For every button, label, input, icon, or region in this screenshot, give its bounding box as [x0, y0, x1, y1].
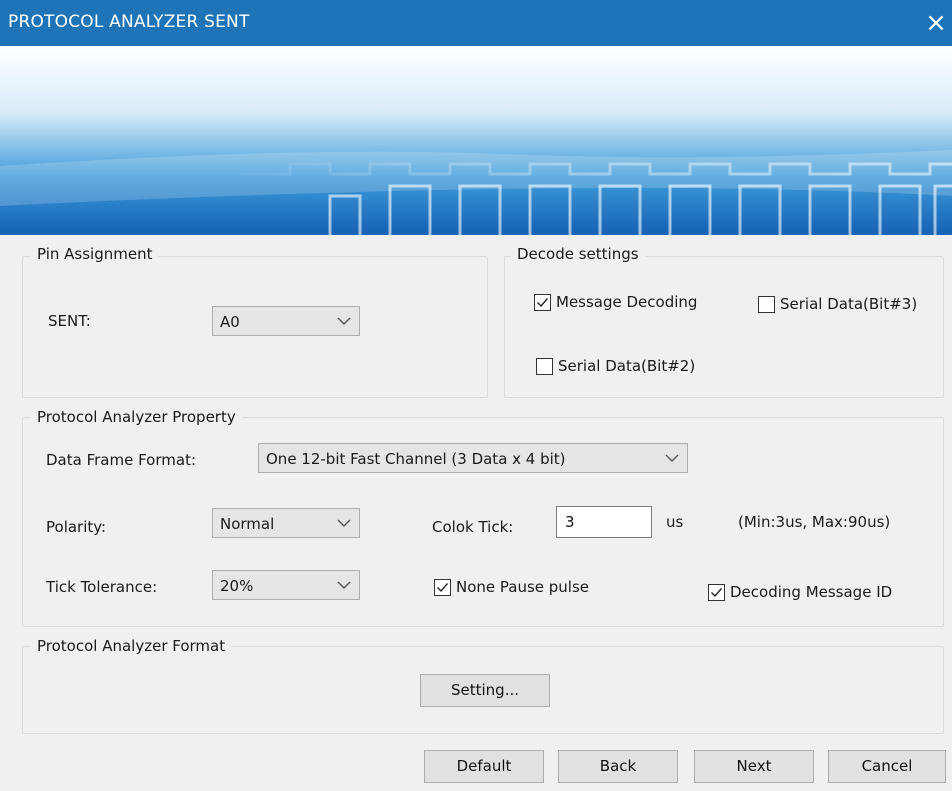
clock-tick-input[interactable]	[557, 507, 651, 537]
checkmark-icon	[537, 298, 549, 308]
data-frame-format-label: Data Frame Format:	[46, 451, 196, 469]
signal-waveform-banner	[0, 46, 952, 235]
tick-tolerance-label: Tick Tolerance:	[46, 578, 158, 596]
sent-pin-value: A0	[220, 313, 240, 331]
polarity-label: Polarity:	[46, 518, 107, 536]
close-button[interactable]: ×	[920, 8, 952, 40]
none-pause-pulse-label: None Pause pulse	[456, 578, 590, 596]
checkbox-box	[434, 579, 451, 596]
decode-settings-group: Decode settings	[504, 245, 944, 398]
clock-tick-unit: us	[666, 513, 684, 531]
checkbox-box	[534, 294, 551, 311]
data-frame-format-dropdown[interactable]: One 12-bit Fast Channel (3 Data x 4 bit)	[258, 443, 688, 473]
window-title: PROTOCOL ANALYZER SENT	[8, 12, 250, 32]
polarity-dropdown[interactable]: Normal	[212, 508, 360, 538]
close-icon: ×	[925, 8, 947, 38]
clock-tick-range-hint: (Min:3us, Max:90us)	[738, 513, 891, 531]
cancel-button[interactable]: Cancel	[828, 750, 946, 783]
checkbox-box	[758, 296, 775, 313]
next-button[interactable]: Next	[694, 750, 814, 783]
format-setting-button[interactable]: Setting...	[420, 674, 550, 707]
serial-data-bit2-label: Serial Data(Bit#2)	[558, 357, 696, 375]
data-frame-format-value: One 12-bit Fast Channel (3 Data x 4 bit)	[266, 450, 566, 468]
analyzer-format-title: Protocol Analyzer Format	[31, 637, 232, 655]
sent-pin-dropdown[interactable]: A0	[212, 306, 360, 336]
title-bar: PROTOCOL ANALYZER SENT ×	[0, 0, 952, 46]
pin-assignment-title: Pin Assignment	[31, 245, 159, 263]
tick-tolerance-value: 20%	[220, 577, 254, 595]
header-banner	[0, 46, 952, 235]
chevron-down-icon	[665, 454, 679, 462]
clock-tick-input-box[interactable]	[556, 506, 652, 538]
chevron-down-icon	[337, 581, 351, 589]
analyzer-property-title: Protocol Analyzer Property	[31, 408, 242, 426]
default-button[interactable]: Default	[424, 750, 544, 783]
checkbox-box	[536, 358, 553, 375]
sent-label: SENT:	[48, 312, 91, 330]
clock-tick-label: Colok Tick:	[432, 518, 514, 536]
message-decoding-label: Message Decoding	[556, 293, 698, 311]
checkbox-box	[708, 584, 725, 601]
checkmark-icon	[437, 583, 449, 593]
tick-tolerance-dropdown[interactable]: 20%	[212, 570, 360, 600]
decode-settings-title: Decode settings	[511, 245, 645, 263]
polarity-value: Normal	[220, 515, 275, 533]
back-button[interactable]: Back	[558, 750, 678, 783]
chevron-down-icon	[337, 519, 351, 527]
chevron-down-icon	[337, 317, 351, 325]
decoding-message-id-label: Decoding Message ID	[730, 583, 893, 601]
checkmark-icon	[711, 588, 723, 598]
serial-data-bit3-label: Serial Data(Bit#3)	[780, 295, 918, 313]
